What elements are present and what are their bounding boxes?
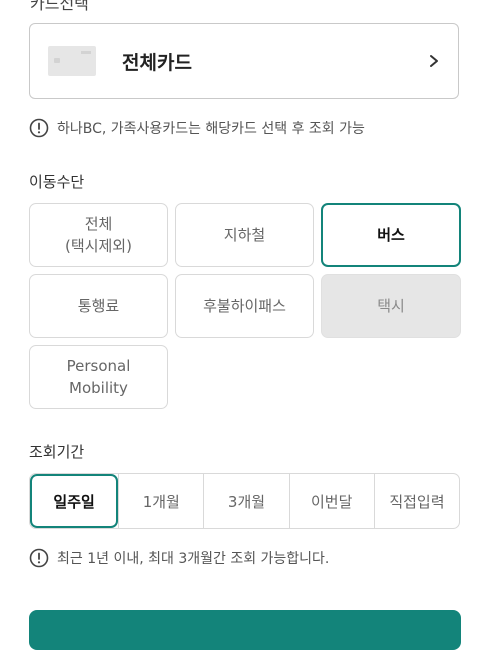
exclamation-circle-icon — [29, 118, 49, 138]
submit-button[interactable] — [29, 610, 461, 650]
card-select-button[interactable]: 전체카드 — [29, 23, 459, 99]
transport-option-toll[interactable]: 통행료 — [29, 274, 168, 338]
period-option-week[interactable]: 일주일 — [30, 474, 119, 528]
period-notice: 최근 1년 이내, 최대 3개월간 조회 가능합니다. — [29, 548, 329, 568]
card-section-title: 카드선택 — [30, 0, 89, 13]
transport-option-bus[interactable]: 버스 — [321, 203, 461, 267]
transport-option-all[interactable]: 전체 (택시제외) — [29, 203, 168, 267]
transport-option-subway[interactable]: 지하철 — [175, 203, 314, 267]
transport-option-taxi[interactable]: 택시 — [321, 274, 461, 338]
card-notice-text: 하나BC, 가족사용카드는 해당카드 선택 후 조회 가능 — [57, 121, 365, 137]
card-thumbnail — [48, 46, 96, 76]
period-option-this-month[interactable]: 이번달 — [288, 474, 374, 528]
transport-option-hipass[interactable]: 후불하이패스 — [175, 274, 314, 338]
period-option-1-month[interactable]: 1개월 — [118, 474, 203, 528]
transport-option-personal-mobility[interactable]: Personal Mobility — [29, 345, 168, 409]
period-option-custom[interactable]: 직접입력 — [373, 474, 459, 528]
period-section-title: 조회기간 — [29, 443, 85, 461]
chevron-right-icon — [430, 55, 438, 67]
period-notice-text: 최근 1년 이내, 최대 3개월간 조회 가능합니다. — [57, 551, 330, 567]
exclamation-circle-icon — [29, 548, 49, 568]
transport-section-title: 이동수단 — [29, 173, 85, 191]
selected-card-label: 전체카드 — [122, 51, 192, 74]
card-notice: 하나BC, 가족사용카드는 해당카드 선택 후 조회 가능 — [29, 118, 365, 138]
period-option-3-months[interactable]: 3개월 — [203, 474, 288, 528]
period-options: 일주일 1개월 3개월 이번달 직접입력 — [29, 473, 460, 529]
